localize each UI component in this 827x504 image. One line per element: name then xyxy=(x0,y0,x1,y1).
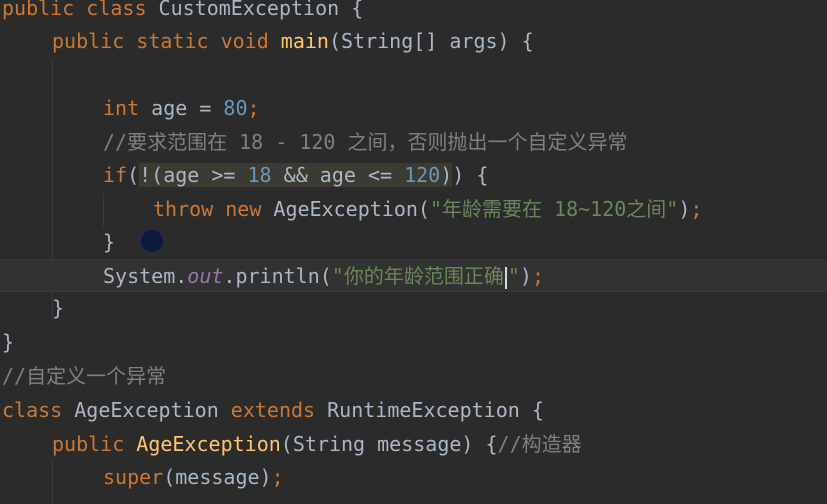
semicolon: ; xyxy=(247,96,260,120)
keyword: int xyxy=(103,96,152,120)
keyword: throw new xyxy=(153,197,274,221)
code-text: } xyxy=(103,230,116,254)
code-text: } xyxy=(2,330,15,354)
code-text: (String[] args) { xyxy=(328,29,534,53)
code-line: //自定义一个异常 xyxy=(2,360,827,393)
string-literal: "年龄需要在 18~120之间" xyxy=(429,197,679,221)
semicolon: ; xyxy=(271,465,284,489)
string-literal: "你的年龄范围正确 xyxy=(331,264,504,288)
class-name: CustomException { xyxy=(158,0,364,20)
keyword: public xyxy=(52,432,137,456)
code-line: super(message); xyxy=(103,461,827,494)
code-text: ) { xyxy=(452,163,489,187)
code-text: && age <= xyxy=(271,163,405,187)
comment: //自定义一个异常 xyxy=(2,364,167,388)
indent-guide xyxy=(52,460,53,504)
keyword: super xyxy=(103,465,164,489)
code-text: !(age >= xyxy=(139,163,248,187)
number-literal: 18 xyxy=(247,163,272,187)
code-text: ) xyxy=(678,197,691,221)
field-name: out xyxy=(187,264,224,288)
keyword: public class xyxy=(2,0,159,20)
code-editor[interactable]: public class CustomException { public st… xyxy=(0,0,827,504)
comment: //要求范围在 18 - 120 之间，否则抛出一个自定义异常 xyxy=(103,130,628,154)
method-name: main xyxy=(280,29,329,53)
comment: //构造器 xyxy=(497,432,582,456)
keyword: if xyxy=(103,163,128,187)
code-text: AgeException( xyxy=(273,197,430,221)
code-line: throw new AgeException("年龄需要在 18~120之间")… xyxy=(153,193,827,226)
code-text: age = xyxy=(151,96,224,120)
code-line: if(!(age >= 18 && age <= 120)) { xyxy=(103,159,827,192)
keyword: extends xyxy=(230,398,328,422)
code-line: class AgeException extends RuntimeExcept… xyxy=(2,394,827,427)
semicolon: ; xyxy=(690,197,703,221)
code-line: public AgeException(String message) {//构… xyxy=(52,428,827,461)
text-caret xyxy=(504,266,507,289)
code-text: System. xyxy=(103,264,188,288)
code-text: (String message) { xyxy=(280,432,498,456)
string-literal: " xyxy=(507,264,520,288)
number-literal: 80 xyxy=(223,96,248,120)
number-literal: 120 xyxy=(404,163,441,187)
code-line-current: System.out.println("你的年龄范围正确 "); xyxy=(0,259,827,292)
code-text: .println( xyxy=(223,264,332,288)
code-line: } xyxy=(2,326,827,359)
code-text: ) xyxy=(519,264,532,288)
class-name: RuntimeException { xyxy=(327,398,544,422)
code-line: public class CustomException { xyxy=(2,0,827,25)
code-text: (message) xyxy=(163,465,272,489)
class-name: AgeException xyxy=(74,398,231,422)
code-line: public static void main(String[] args) { xyxy=(52,25,827,58)
code-line: } xyxy=(103,226,827,259)
indent-guide xyxy=(103,193,104,227)
code-text: ) xyxy=(440,163,453,187)
code-line: //要求范围在 18 - 120 之间，否则抛出一个自定义异常 xyxy=(103,126,827,159)
keyword: class xyxy=(2,398,75,422)
semicolon: ; xyxy=(531,264,544,288)
selection-highlight: !(age >= 18 && age <= 120) xyxy=(139,163,453,187)
code-line: int age = 80; xyxy=(103,92,827,125)
code-text: } xyxy=(52,296,65,320)
keyword: public static void xyxy=(52,29,281,53)
mouse-pointer-indicator xyxy=(140,229,164,253)
method-name: AgeException xyxy=(136,432,281,456)
code-text: ( xyxy=(127,163,140,187)
code-line: } xyxy=(52,292,827,325)
